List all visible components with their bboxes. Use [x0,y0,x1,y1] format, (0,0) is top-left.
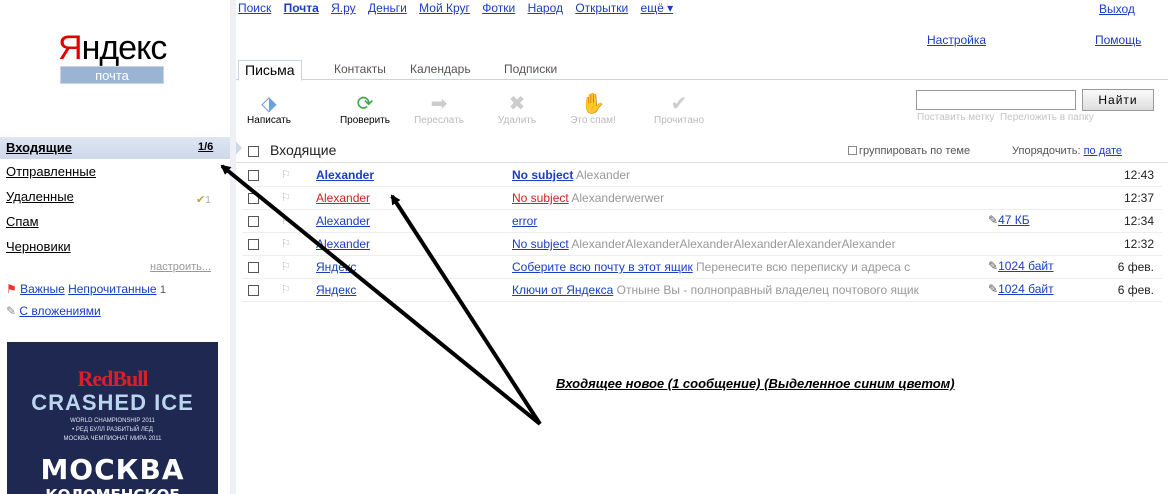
mail-page: Яндекс почта Входящие 1/6 Отправленные У… [0,0,1168,494]
arrow-to-inbox [220,164,542,426]
arrow-to-new-message [390,194,542,426]
annotation-note: Входящее новое (1 сообщение) (Выделенное… [556,376,976,391]
annotation-arrows [220,164,542,426]
annotation-text: Входящее новое (1 сообщение) (Выделенное… [556,376,955,391]
